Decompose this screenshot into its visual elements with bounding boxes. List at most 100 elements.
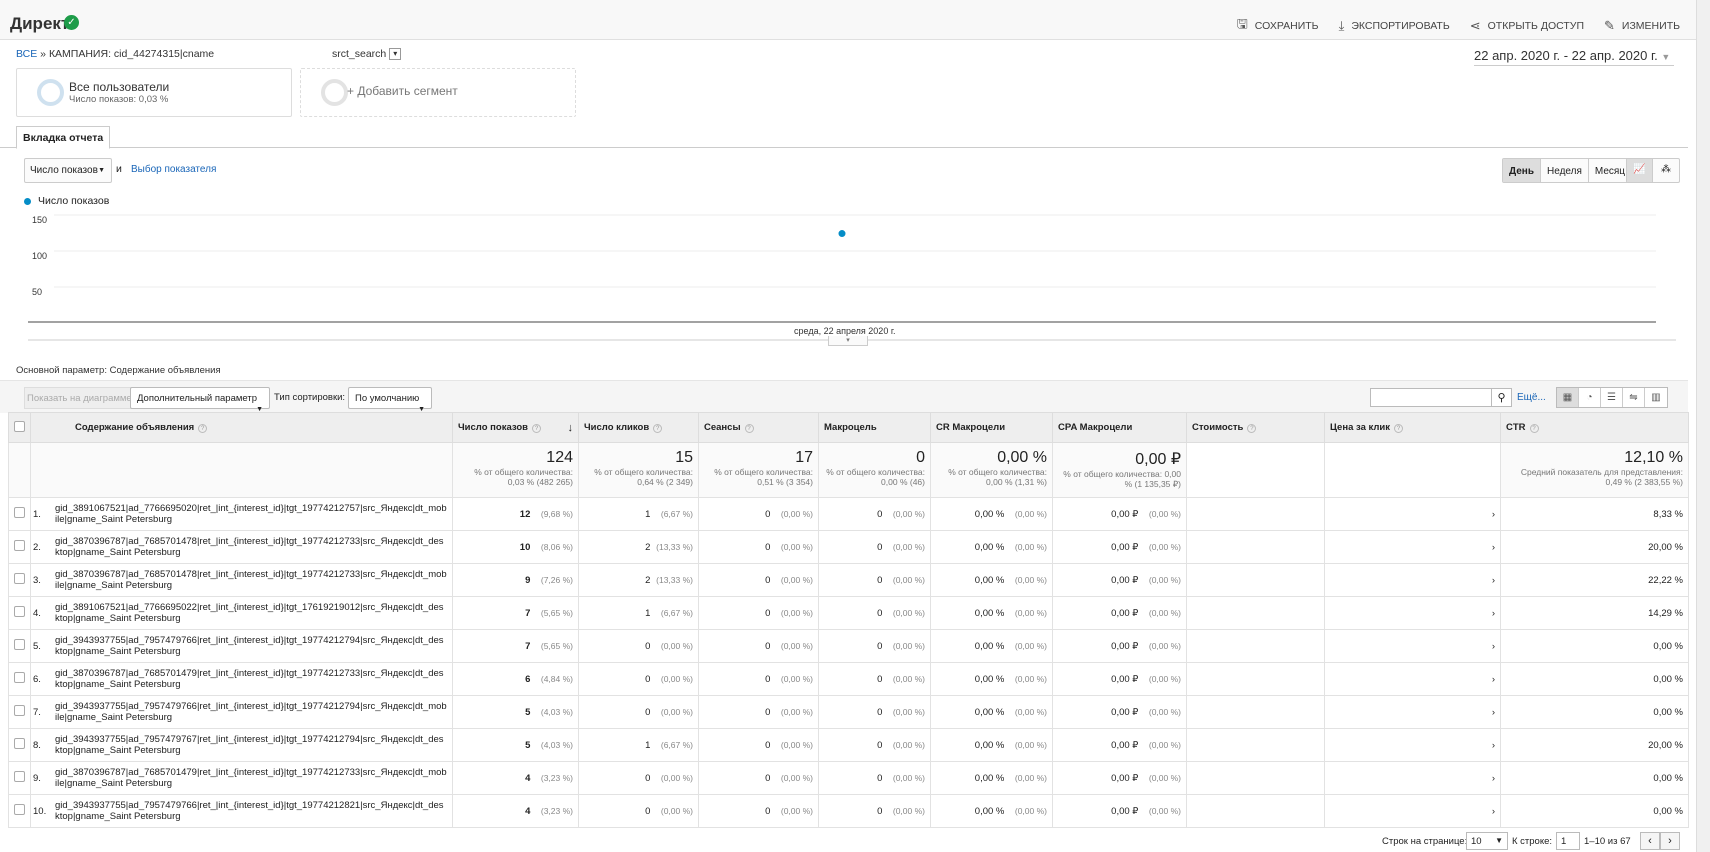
line-chart-icon[interactable]: 📈 xyxy=(1627,159,1653,182)
ad-content-link[interactable]: gid_3870396787|ad_7685701479|ret_|int_{i… xyxy=(55,668,447,690)
checkbox[interactable] xyxy=(14,507,25,518)
table-row[interactable]: 9. gid_3870396787|ad_7685701479|ret_|int_… xyxy=(8,761,1689,795)
pick-metric-link[interactable]: Выбор показателя xyxy=(131,164,216,175)
performance-view-icon[interactable]: ☰ xyxy=(1601,388,1623,407)
table-row[interactable]: 3. gid_3870396787|ad_7685701478|ret_|int_… xyxy=(8,563,1689,597)
column-header-ad-content[interactable]: Содержание объявления? xyxy=(30,412,453,443)
column-header-cr-macro[interactable]: CR Макроцели xyxy=(930,412,1053,443)
checkbox[interactable] xyxy=(14,804,25,815)
metric-select[interactable]: Число показов ▼ xyxy=(24,158,112,183)
search-icon[interactable]: ⚲ xyxy=(1492,388,1512,407)
period-week-button[interactable]: Неделя xyxy=(1541,159,1589,182)
checkbox[interactable] xyxy=(14,420,25,432)
ad-content-link[interactable]: gid_3891067521|ad_7766695022|ret_|int_{i… xyxy=(55,602,447,624)
period-day-button[interactable]: День xyxy=(1503,159,1541,182)
save-button[interactable]: 🖫 СОХРАНИТЬ xyxy=(1237,15,1319,37)
ad-content-link[interactable]: gid_3870396787|ad_7685701478|ret_|int_{i… xyxy=(55,569,447,591)
share-button[interactable]: ⋖ ОТКРЫТЬ ДОСТУП xyxy=(1470,15,1584,37)
help-icon[interactable]: ? xyxy=(531,423,541,433)
ad-content-link[interactable]: gid_3943937755|ad_7957479767|ret_|int_{i… xyxy=(55,734,447,756)
column-header-cpc[interactable]: Цена за клик? xyxy=(1324,412,1501,443)
scrollbar[interactable] xyxy=(1696,0,1710,852)
cell-ad-content[interactable]: 2. gid_3870396787|ad_7685701478|ret_|int_… xyxy=(30,530,453,564)
data-point[interactable] xyxy=(838,230,846,238)
date-range-picker[interactable]: 22 апр. 2020 г. - 22 апр. 2020 г. ▼ xyxy=(1474,48,1674,66)
cell-ad-content[interactable]: 4. gid_3891067521|ad_7766695022|ret_|int_… xyxy=(30,596,453,630)
row-checkbox[interactable] xyxy=(8,695,31,729)
checkbox[interactable] xyxy=(14,705,25,716)
row-checkbox[interactable] xyxy=(8,761,31,795)
export-button[interactable]: ⤓ ЭКСПОРТИРОВАТЬ xyxy=(1339,15,1450,37)
table-row[interactable]: 7. gid_3943937755|ad_7957479766|ret_|int_… xyxy=(8,695,1689,729)
ad-content-link[interactable]: gid_3943937755|ad_7957479766|ret_|int_{i… xyxy=(55,800,447,822)
column-header-cost[interactable]: Стоимость? xyxy=(1186,412,1325,443)
add-segment-button[interactable]: + Добавить сегмент xyxy=(300,68,576,117)
source-filter[interactable]: srct_search ▾ xyxy=(332,48,402,61)
table-row[interactable]: 1. gid_3891067521|ad_7766695020|ret_|int_… xyxy=(8,497,1689,531)
row-checkbox[interactable] xyxy=(8,794,31,828)
row-checkbox[interactable] xyxy=(8,662,31,696)
help-icon[interactable]: ? xyxy=(744,424,754,433)
cell-ad-content[interactable]: 8. gid_3943937755|ad_7957479767|ret_|int_… xyxy=(30,728,453,762)
table-row[interactable]: 2. gid_3870396787|ad_7685701478|ret_|int_… xyxy=(8,530,1689,564)
secondary-dimension-select[interactable]: Дополнительный параметр ▼ xyxy=(130,387,270,413)
cell-ad-content[interactable]: 1. gid_3891067521|ad_7766695020|ret_|int_… xyxy=(30,497,453,531)
pie-view-icon[interactable]: ◔ xyxy=(1579,388,1601,407)
row-checkbox[interactable] xyxy=(8,629,31,663)
checkbox[interactable] xyxy=(14,573,25,584)
comparison-view-icon[interactable]: ⇋ xyxy=(1623,388,1645,407)
more-link[interactable]: Ещё... xyxy=(1517,392,1546,403)
help-icon[interactable]: ? xyxy=(653,424,663,433)
checkbox[interactable] xyxy=(14,639,25,650)
checkbox[interactable] xyxy=(14,771,25,782)
ad-content-link[interactable]: gid_3943937755|ad_7957479766|ret_|int_{i… xyxy=(55,635,447,657)
checkbox[interactable] xyxy=(14,738,25,749)
ad-content-link[interactable]: gid_3943937755|ad_7957479766|ret_|int_{i… xyxy=(55,701,447,723)
help-icon[interactable]: ? xyxy=(1529,424,1539,433)
ad-content-link[interactable]: gid_3891067521|ad_7766695020|ret_|int_{i… xyxy=(55,503,447,525)
ad-content-link[interactable]: gid_3870396787|ad_7685701478|ret_|int_{i… xyxy=(55,536,447,558)
table-search-input[interactable] xyxy=(1370,388,1492,407)
row-checkbox[interactable] xyxy=(8,563,31,597)
table-row[interactable]: 8. gid_3943937755|ad_7957479767|ret_|int_… xyxy=(8,728,1689,762)
help-icon[interactable]: ? xyxy=(1247,424,1257,433)
next-page-icon[interactable]: › xyxy=(1660,832,1680,850)
period-month-button[interactable]: Месяц xyxy=(1589,159,1631,182)
column-header-impressions[interactable]: Число показов? ↓ xyxy=(452,412,579,443)
help-icon[interactable]: ? xyxy=(198,424,208,433)
row-checkbox[interactable] xyxy=(8,728,31,762)
ad-content-link[interactable]: gid_3870396787|ad_7685701479|ret_|int_{i… xyxy=(55,767,447,789)
goto-row-input[interactable]: 1 xyxy=(1556,832,1580,850)
column-header-sessions[interactable]: Сеансы? xyxy=(698,412,819,443)
table-row[interactable]: 10. gid_3943937755|ad_7957479766|ret_|int… xyxy=(8,794,1689,828)
checkbox[interactable] xyxy=(14,672,25,683)
checkbox[interactable] xyxy=(14,540,25,551)
column-header-clicks[interactable]: Число кликов? xyxy=(578,412,699,443)
help-icon[interactable]: ? xyxy=(1394,424,1404,433)
table-row[interactable]: 5. gid_3943937755|ad_7957479766|ret_|int_… xyxy=(8,629,1689,663)
sort-type-select[interactable]: По умолчанию ▼ xyxy=(348,387,432,413)
breadcrumb-all-link[interactable]: ВСЕ xyxy=(16,48,37,60)
tab-report[interactable]: Вкладка отчета xyxy=(16,126,111,149)
rows-per-page-select[interactable]: 10 ▼ xyxy=(1466,832,1508,850)
segment-all-users[interactable]: Все пользователи Число показов: 0,03 % xyxy=(16,68,292,117)
checkbox[interactable] xyxy=(14,606,25,617)
edit-button[interactable]: ✎ ИЗМЕНИТЬ xyxy=(1604,15,1680,37)
cell-ad-content[interactable]: 5. gid_3943937755|ad_7957479766|ret_|int_… xyxy=(30,629,453,663)
motion-chart-icon[interactable]: ⁂ xyxy=(1653,159,1679,182)
column-header-macro-goal[interactable]: Макроцель xyxy=(818,412,931,443)
row-checkbox[interactable] xyxy=(8,497,31,531)
column-header-ctr[interactable]: CTR? xyxy=(1500,412,1689,443)
select-all-checkbox[interactable] xyxy=(8,412,31,443)
table-row[interactable]: 6. gid_3870396787|ad_7685701479|ret_|int_… xyxy=(8,662,1689,696)
show-on-chart-button[interactable]: Показать на диаграмме xyxy=(24,387,135,409)
row-checkbox[interactable] xyxy=(8,530,31,564)
cell-ad-content[interactable]: 3. gid_3870396787|ad_7685701478|ret_|int_… xyxy=(30,563,453,597)
cell-ad-content[interactable]: 9. gid_3870396787|ad_7685701479|ret_|int_… xyxy=(30,761,453,795)
pivot-view-icon[interactable]: ▥ xyxy=(1645,388,1667,407)
table-row[interactable]: 4. gid_3891067521|ad_7766695022|ret_|int_… xyxy=(8,596,1689,630)
chevron-down-icon[interactable]: ▾ xyxy=(389,48,402,61)
cell-ad-content[interactable]: 6. gid_3870396787|ad_7685701479|ret_|int_… xyxy=(30,662,453,696)
cell-ad-content[interactable]: 10. gid_3943937755|ad_7957479766|ret_|int… xyxy=(30,794,453,828)
prev-page-icon[interactable]: ‹ xyxy=(1640,832,1660,850)
